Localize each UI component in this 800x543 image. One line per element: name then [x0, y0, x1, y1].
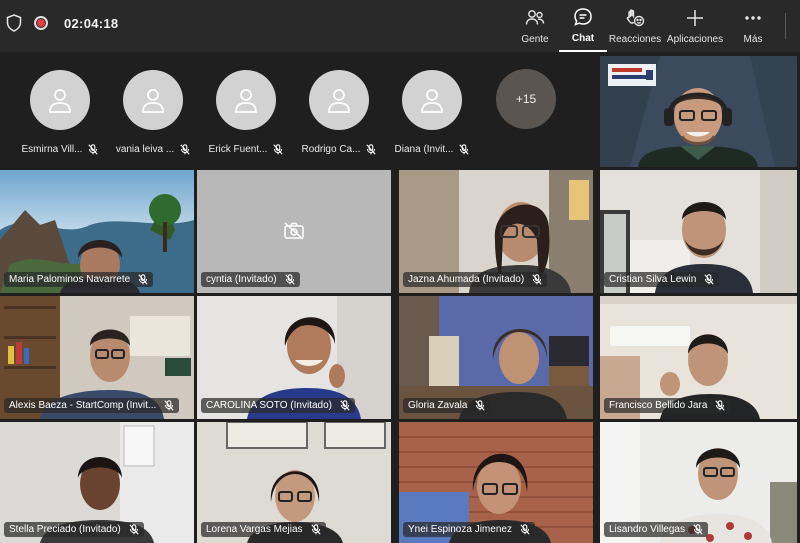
participant-name: Lisandro Villegas — [609, 524, 685, 535]
reactions-label: Reacciones — [608, 34, 662, 45]
participant-label: Alexis Baeza - StartComp (Invit... — [4, 398, 180, 413]
participant-name: cyntia (Invitado) — [206, 274, 277, 285]
mic-muted-icon — [459, 144, 470, 155]
avatar — [309, 70, 369, 130]
participant-label: Lorena Vargas Mejias — [201, 522, 326, 537]
participant-label: Lisandro Villegas — [604, 522, 708, 537]
presenter-video-tile[interactable] — [600, 56, 797, 167]
video-tile[interactable]: Gloria Zavala — [399, 296, 593, 419]
participant-label: Gloria Zavala — [403, 398, 491, 413]
participant-name: Erick Fuent... — [208, 144, 268, 155]
mic-muted-icon — [310, 524, 321, 535]
mic-muted-icon — [284, 274, 295, 285]
more-label: Más — [743, 34, 763, 45]
chat-icon — [574, 8, 592, 26]
participant-label: Francisco Bellido Jara — [604, 398, 731, 413]
participant-avatar[interactable]: Rodrigo Ca... — [294, 70, 384, 155]
participant-name: vania leiva ... — [115, 144, 175, 155]
reactions-button[interactable]: Reacciones — [607, 0, 663, 52]
video-tile[interactable]: Lisandro Villegas — [600, 422, 797, 543]
participant-name: Rodrigo Ca... — [301, 144, 361, 155]
mic-muted-icon — [366, 144, 377, 155]
people-button[interactable]: Gente — [511, 0, 559, 52]
avatar — [123, 70, 183, 130]
participant-name: Gloria Zavala — [408, 400, 468, 411]
video-tile[interactable]: Ynei Espinoza Jimenez — [399, 422, 593, 543]
participant-name: Francisco Bellido Jara — [609, 400, 708, 411]
participant-label: Maria Palominos Navarrete — [4, 272, 154, 287]
participant-avatar[interactable]: Diana (Invit... — [387, 70, 477, 155]
participant-name: Diana (Invit... — [394, 144, 454, 155]
avatar — [402, 70, 462, 130]
participant-label: Stella Preciado (Invitado) — [4, 522, 144, 537]
more-participants-button[interactable]: +15 — [496, 69, 556, 129]
video-tile[interactable]: CAROLINA SOTO (Invitado) — [197, 296, 391, 419]
participant-label: CAROLINA SOTO (Invitado) — [201, 398, 355, 413]
video-tile[interactable]: Lorena Vargas Mejias — [197, 422, 391, 543]
chat-label: Chat — [571, 33, 595, 44]
person-icon — [235, 89, 257, 113]
participant-label: cyntia (Invitado) — [201, 272, 300, 287]
participant-label: Cristian Silva Lewin — [604, 272, 720, 287]
participant-label: Jazna Ahumada (Invitado) — [403, 272, 548, 287]
chat-button[interactable]: Chat — [559, 0, 607, 52]
video-tile[interactable]: Cristian Silva Lewin — [600, 170, 797, 293]
mic-muted-icon — [164, 400, 174, 411]
participant-name: Lorena Vargas Mejias — [206, 524, 303, 535]
add-apps-icon — [687, 10, 703, 26]
video-tile[interactable]: cyntia (Invitado) — [197, 170, 391, 293]
person-icon — [328, 89, 350, 113]
video-tile[interactable]: Francisco Bellido Jara — [600, 296, 797, 419]
mic-muted-icon — [129, 524, 139, 535]
participant-avatar[interactable]: Esmirna Vill... — [15, 70, 105, 155]
more-button[interactable]: Más — [727, 0, 779, 52]
mic-muted-icon — [532, 274, 542, 285]
mic-muted-icon — [715, 400, 725, 411]
reactions-icon — [626, 9, 645, 27]
video-tile[interactable]: Maria Palominos Navarrete — [0, 170, 194, 293]
mic-muted-icon — [340, 400, 350, 411]
video-tile[interactable]: Jazna Ahumada (Invitado) — [399, 170, 593, 293]
participant-avatar[interactable]: vania leiva ... — [108, 70, 198, 155]
meeting-toolbar: 02:04:18 Gente Chat Reacciones Aplicacio… — [0, 0, 800, 52]
participant-name: Cristian Silva Lewin — [609, 274, 697, 285]
mic-muted-icon — [693, 524, 703, 535]
people-icon — [525, 10, 545, 25]
mic-muted-icon — [180, 144, 190, 155]
more-icon — [745, 16, 761, 20]
shield-icon — [6, 14, 22, 32]
participant-name: Ynei Espinoza Jimenez — [408, 524, 512, 535]
mic-muted-icon — [138, 274, 148, 285]
person-icon — [421, 89, 443, 113]
participant-name: Esmirna Vill... — [21, 144, 83, 155]
mic-muted-icon — [520, 524, 530, 535]
presenter-video — [600, 56, 797, 167]
participant-avatar[interactable]: Erick Fuent... — [201, 70, 291, 155]
mic-muted-icon — [273, 144, 284, 155]
avatar — [216, 70, 276, 130]
participant-label: Ynei Espinoza Jimenez — [403, 522, 535, 537]
video-tile[interactable]: Alexis Baeza - StartComp (Invit... — [0, 296, 194, 419]
mic-muted-icon — [475, 400, 486, 411]
people-label: Gente — [521, 34, 549, 45]
participant-name: Jazna Ahumada (Invitado) — [408, 274, 525, 285]
meeting-timer: 02:04:18 — [64, 15, 119, 31]
participant-strip: Esmirna Vill... vania leiva ... Erick Fu… — [0, 52, 600, 168]
avatar — [30, 70, 90, 130]
apps-button[interactable]: Aplicaciones — [663, 0, 727, 52]
camera-off-icon — [284, 222, 304, 240]
person-icon — [142, 89, 164, 113]
mic-muted-icon — [88, 144, 99, 155]
person-icon — [49, 89, 71, 113]
apps-label: Aplicaciones — [666, 34, 724, 45]
participant-name: Maria Palominos Navarrete — [9, 274, 131, 285]
video-tile[interactable]: Stella Preciado (Invitado) — [0, 422, 194, 543]
participant-name: Alexis Baeza - StartComp (Invit... — [9, 400, 157, 411]
recording-icon — [34, 16, 48, 30]
mic-muted-icon — [704, 274, 714, 285]
participant-name: Stella Preciado (Invitado) — [9, 524, 121, 535]
participant-name: CAROLINA SOTO (Invitado) — [206, 400, 332, 411]
